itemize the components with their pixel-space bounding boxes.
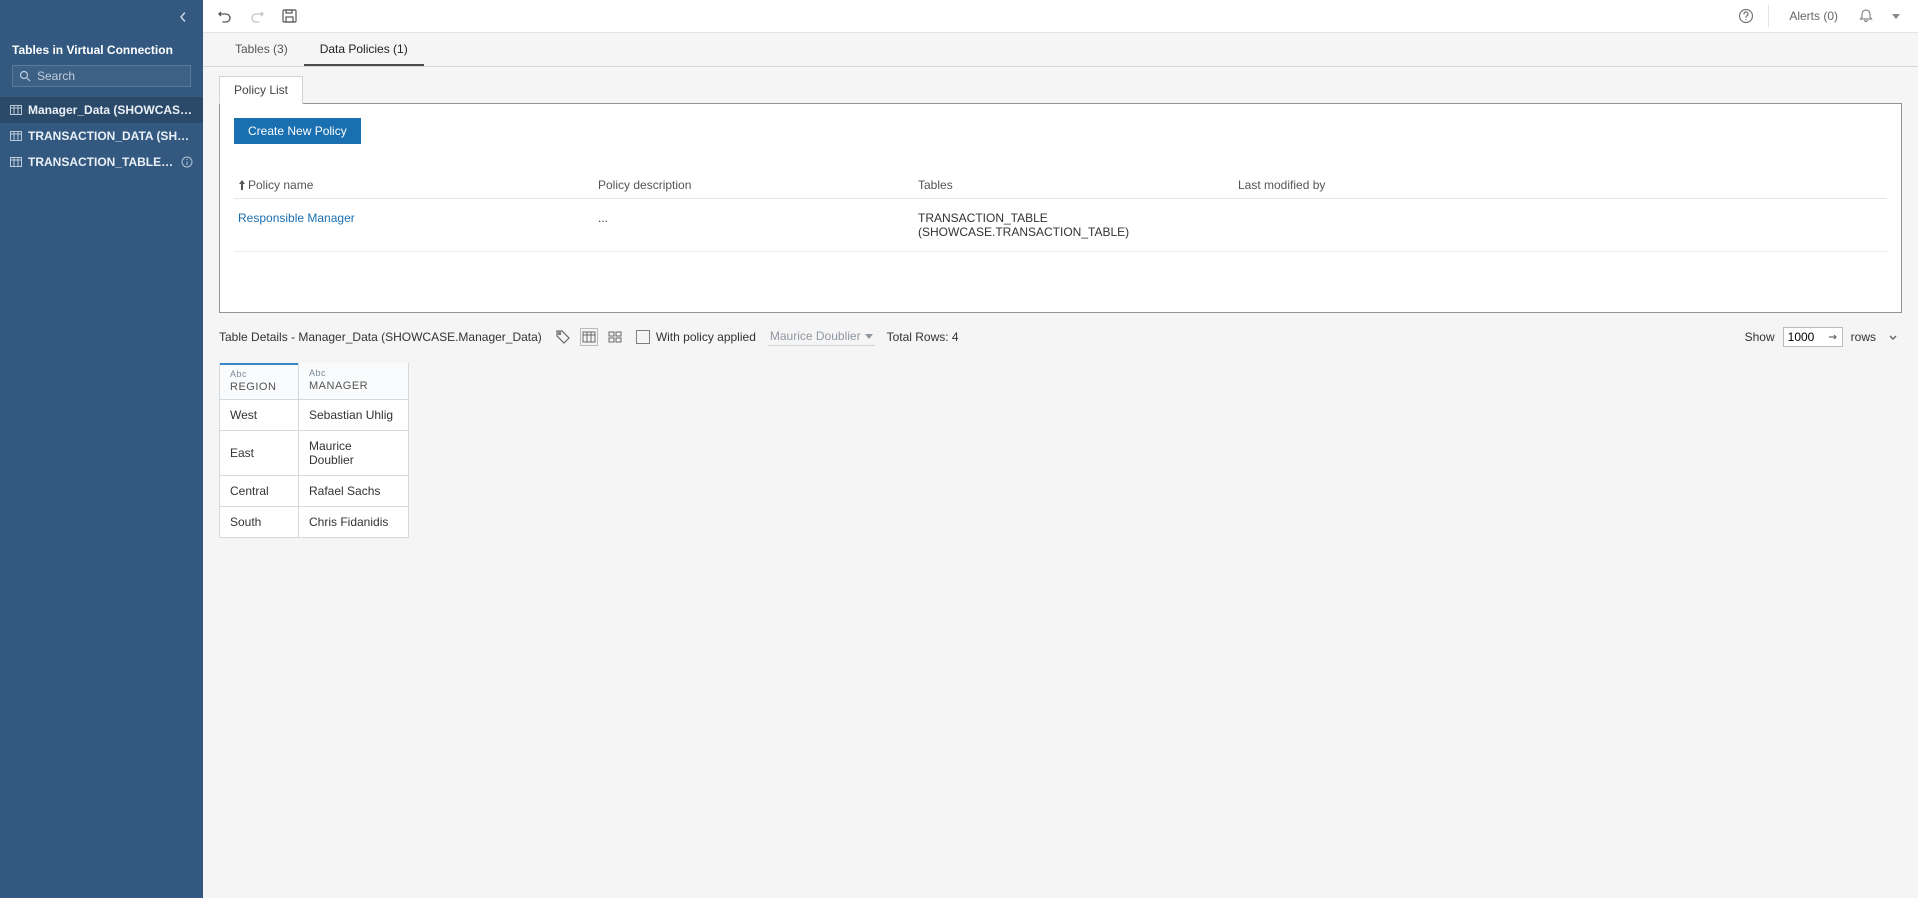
policy-row[interactable]: Responsible Manager ... TRANSACTION_TABL… <box>234 199 1887 252</box>
data-row[interactable]: West Sebastian Uhlig <box>220 400 409 431</box>
refresh-arrow-icon[interactable] <box>1828 333 1838 341</box>
cell-manager: Sebastian Uhlig <box>299 400 409 431</box>
column-name: REGION <box>230 381 288 393</box>
type-badge: Abc <box>309 368 398 378</box>
user-select-dropdown[interactable]: Maurice Doublier <box>768 329 875 346</box>
sidebar-item-manager-data[interactable]: Manager_Data (SHOWCASE.... <box>0 97 203 123</box>
table-details-title: Table Details - Manager_Data (SHOWCASE.M… <box>219 330 542 344</box>
cell-region: East <box>220 431 299 476</box>
policy-tables-cell: TRANSACTION_TABLE (SHOWCASE.TRANSACTION_… <box>918 211 1238 239</box>
col-header-tables[interactable]: Tables <box>918 178 1238 192</box>
info-icon[interactable] <box>181 156 193 168</box>
grid-view-icon[interactable] <box>580 328 598 346</box>
alerts-dropdown-icon[interactable] <box>1888 8 1904 24</box>
table-icon <box>10 105 22 115</box>
cell-manager: Maurice Doublier <box>299 431 409 476</box>
cell-region: West <box>220 400 299 431</box>
col-header-modified[interactable]: Last modified by <box>1238 178 1883 192</box>
cell-region: South <box>220 507 299 538</box>
data-grid: Abc REGION Abc MANAGER <box>219 363 1902 538</box>
column-header-region[interactable]: Abc REGION <box>220 363 298 399</box>
data-row[interactable]: East Maurice Doublier <box>220 431 409 476</box>
tab-tables[interactable]: Tables (3) <box>219 33 304 66</box>
toolbar-divider <box>1768 5 1769 27</box>
tab-data-policies[interactable]: Data Policies (1) <box>304 33 424 66</box>
show-label: Show <box>1745 330 1775 344</box>
checkbox-icon[interactable] <box>636 330 650 344</box>
with-policy-applied-toggle[interactable]: With policy applied <box>636 330 756 344</box>
sort-asc-icon <box>238 180 246 190</box>
policy-name-link[interactable]: Responsible Manager <box>238 211 355 225</box>
sidebar-item-transaction-table[interactable]: TRANSACTION_TABLE (S... <box>0 149 203 175</box>
col-header-policy-name[interactable]: Policy name <box>238 178 598 192</box>
sidebar-item-label: TRANSACTION_DATA (SHOW... <box>28 129 193 143</box>
sidebar-title: Tables in Virtual Connection <box>0 33 203 65</box>
rows-suffix-label: rows <box>1851 330 1876 344</box>
table-icon <box>10 131 22 141</box>
save-icon[interactable] <box>281 8 297 24</box>
rows-count-input-wrap[interactable] <box>1783 327 1843 347</box>
search-input-wrap[interactable] <box>12 65 191 87</box>
sidebar-collapse-bar <box>0 0 203 33</box>
col-label: Policy name <box>248 178 313 192</box>
undo-icon[interactable] <box>217 8 233 24</box>
redo-icon <box>249 8 265 24</box>
tables-list: Manager_Data (SHOWCASE.... TRANSACTION_D… <box>0 97 203 175</box>
policy-modified-cell <box>1238 211 1883 239</box>
search-icon <box>19 70 31 82</box>
cell-manager: Rafael Sachs <box>299 476 409 507</box>
rows-control: Show rows <box>1745 327 1902 347</box>
table-details-section: Table Details - Manager_Data (SHOWCASE.M… <box>203 313 1918 898</box>
sidebar-item-label: Manager_Data (SHOWCASE.... <box>28 103 193 117</box>
expand-icon[interactable] <box>1884 328 1902 346</box>
main: Alerts (0) Tables (3) Data Policies (1) … <box>203 0 1918 898</box>
user-select-value: Maurice Doublier <box>770 329 861 343</box>
sidebar: Tables in Virtual Connection Manager_Dat… <box>0 0 203 898</box>
policies-section: Policy List Create New Policy Policy nam… <box>203 67 1918 313</box>
with-policy-label: With policy applied <box>656 330 756 344</box>
schema-view-icon[interactable] <box>606 328 624 346</box>
sidebar-item-transaction-data[interactable]: TRANSACTION_DATA (SHOW... <box>0 123 203 149</box>
data-row[interactable]: South Chris Fidanidis <box>220 507 409 538</box>
col-header-policy-desc[interactable]: Policy description <box>598 178 918 192</box>
main-tabs: Tables (3) Data Policies (1) <box>203 33 1918 67</box>
policy-desc-cell: ... <box>598 211 918 239</box>
data-row[interactable]: Central Rafael Sachs <box>220 476 409 507</box>
table-details-bar: Table Details - Manager_Data (SHOWCASE.M… <box>219 327 1902 347</box>
collapse-sidebar-icon[interactable] <box>175 9 191 25</box>
column-header-manager[interactable]: Abc MANAGER <box>299 364 408 398</box>
search-input[interactable] <box>37 69 192 83</box>
cell-region: Central <box>220 476 299 507</box>
toolbar: Alerts (0) <box>203 0 1918 33</box>
rows-count-input[interactable] <box>1788 330 1820 344</box>
total-rows-label: Total Rows: 4 <box>887 330 959 344</box>
type-badge: Abc <box>230 369 288 379</box>
column-name: MANAGER <box>309 380 398 392</box>
cell-manager: Chris Fidanidis <box>299 507 409 538</box>
policy-table-header: Policy name Policy description Tables La… <box>234 172 1887 199</box>
bell-icon[interactable] <box>1858 8 1874 24</box>
create-new-policy-button[interactable]: Create New Policy <box>234 118 361 144</box>
alerts-link[interactable]: Alerts (0) <box>1783 9 1844 23</box>
table-icon <box>10 157 22 167</box>
sidebar-item-label: TRANSACTION_TABLE (S... <box>28 155 175 169</box>
policy-pane: Create New Policy Policy name Policy des… <box>219 103 1902 313</box>
policy-table: Policy name Policy description Tables La… <box>234 172 1887 252</box>
tag-icon[interactable] <box>554 328 572 346</box>
subtab-policy-list[interactable]: Policy List <box>219 76 303 104</box>
help-icon[interactable] <box>1738 8 1754 24</box>
